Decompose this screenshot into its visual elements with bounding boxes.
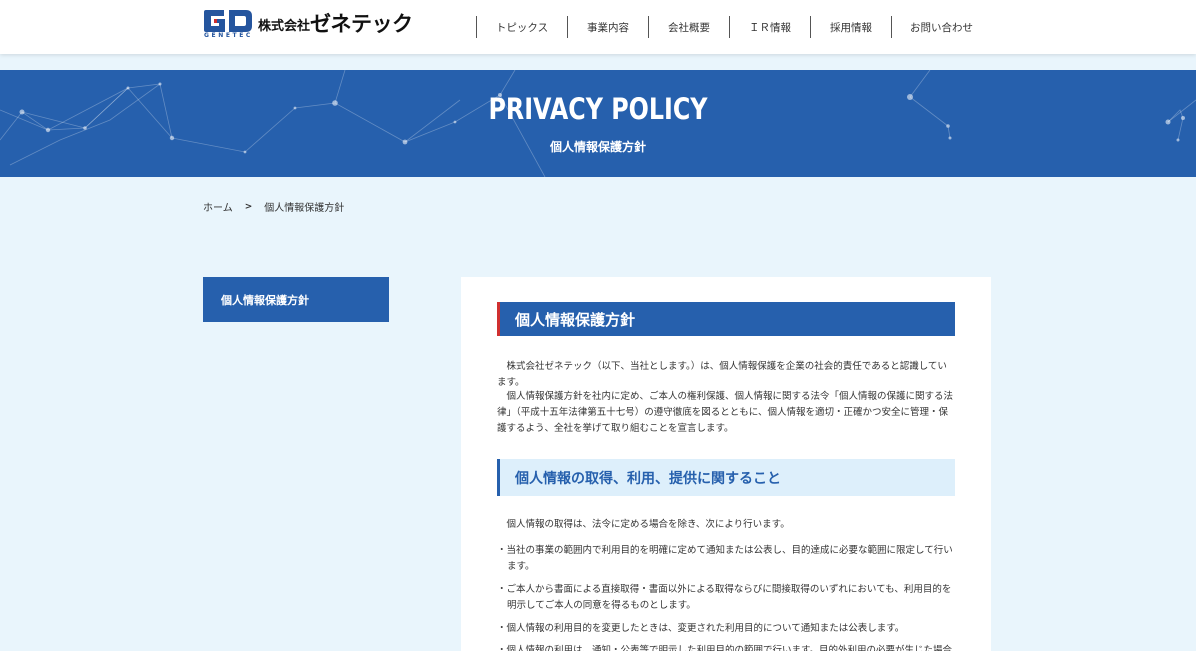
intro-paragraph-1: 株式会社ゼネテック（以下、当社とします。）は、個人情報保護を企業の社会的責任であ…	[497, 361, 947, 388]
breadcrumb-home-link[interactable]: ホーム	[203, 199, 233, 214]
logo-subtext: GENETEC	[204, 32, 253, 39]
page-subtitle: 個人情報保護方針	[549, 140, 646, 154]
section-heading: 個人情報の取得、利用、提供に関すること	[497, 459, 955, 496]
page-title: PRIVACY POLICY	[488, 92, 708, 126]
company-name: ゼネテック	[310, 12, 413, 36]
list-item: ・個人情報の利用は、通知・公表等で明示した利用目的の範囲で行います。目的外利用の…	[497, 645, 953, 651]
intro-paragraph-2: 個人情報保護方針を社内に定め、ご本人の権利保護、個人情報に関する法令「個人情報の…	[497, 391, 954, 434]
list-item: ・個人情報の利用目的を変更したときは、変更された利用目的について通知または公表し…	[497, 623, 905, 634]
list-item: ・ご本人から書面による直接取得・書面以外による取得ならびに間接取得のいずれにおい…	[497, 584, 952, 611]
main-nav: トピックス 事業内容 会社概要 ＩＲ情報 採用情報 お問い合わせ	[476, 16, 991, 38]
nav-ir[interactable]: ＩＲ情報	[729, 16, 810, 38]
breadcrumb-current: 個人情報保護方針	[264, 203, 345, 214]
company-prefix: 株式会社	[258, 19, 311, 34]
nav-topics[interactable]: トピックス	[476, 16, 567, 38]
nav-contact[interactable]: お問い合わせ	[891, 16, 991, 38]
content-panel: 個人情報保護方針 株式会社ゼネテック（以下、当社とします。）は、個人情報保護を企…	[461, 277, 991, 651]
breadcrumb-separator: >	[244, 201, 253, 212]
company-logo[interactable]: GENETEC 株式会社 ゼネテック	[202, 9, 413, 41]
nav-recruit[interactable]: 採用情報	[810, 16, 891, 38]
nav-business[interactable]: 事業内容	[567, 16, 648, 38]
breadcrumb: ホーム > 個人情報保護方針	[203, 199, 345, 215]
hero-banner: PRIVACY POLICY 個人情報保護方針	[0, 70, 1196, 177]
content-heading: 個人情報保護方針	[497, 302, 955, 336]
sidebar-item-privacy-policy[interactable]: 個人情報保護方針	[203, 277, 389, 322]
site-header: GENETEC 株式会社 ゼネテック トピックス 事業内容 会社概要 ＩＲ情報 …	[0, 0, 1196, 54]
list-item: ・当社の事業の範囲内で利用目的を明確に定めて通知または公表し、目的達成に必要な範…	[497, 545, 953, 572]
genetec-logo-icon: GENETEC	[202, 9, 254, 41]
section-intro: 個人情報の取得は、法令に定める場合を除き、次により行います。	[497, 519, 790, 530]
nav-company[interactable]: 会社概要	[648, 16, 729, 38]
